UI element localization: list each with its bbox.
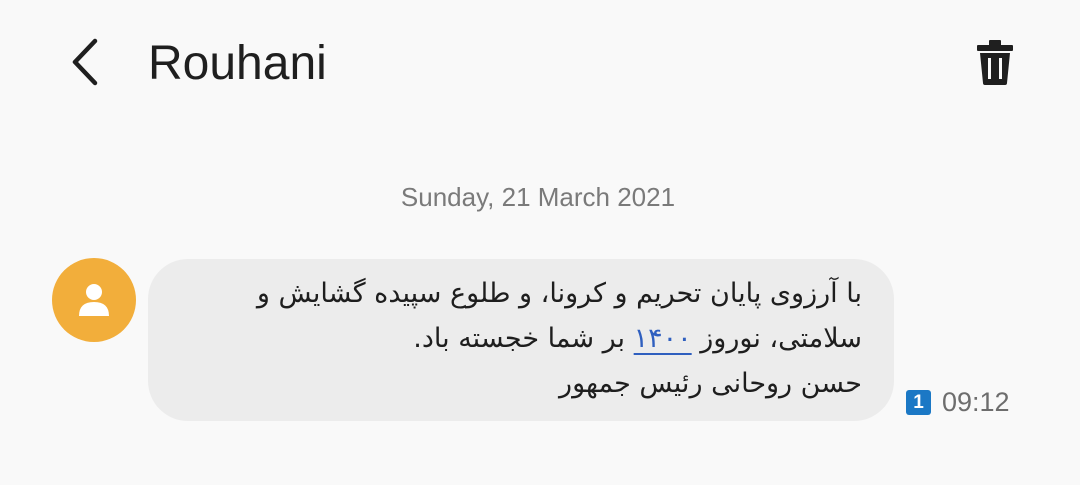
message-line: سلامتی، نوروز ۱۴۰۰ بر شما خجسته باد. bbox=[178, 316, 862, 361]
person-icon bbox=[79, 284, 109, 316]
message-bubble[interactable]: با آرزوی پایان تحریم و کرونا، و طلوع سپی… bbox=[148, 259, 894, 421]
avatar[interactable] bbox=[52, 258, 136, 342]
trash-icon bbox=[977, 40, 1013, 85]
sim-badge: 1 bbox=[906, 389, 931, 415]
message-text: سلامتی، نوروز bbox=[700, 323, 862, 354]
delete-button[interactable] bbox=[968, 34, 1022, 90]
number-link[interactable]: ۱۴۰۰ bbox=[634, 323, 692, 354]
conversation-title: Rouhani bbox=[148, 37, 327, 90]
message-line: با آرزوی پایان تحریم و کرونا، و طلوع سپی… bbox=[256, 278, 862, 309]
date-separator: Sunday, 21 March 2021 bbox=[400, 182, 676, 212]
message-text: بر شما خجسته باد. bbox=[413, 323, 626, 354]
chevron-left-icon bbox=[72, 38, 98, 86]
message-time: 09:12 bbox=[942, 387, 1010, 417]
app-header: Rouhani bbox=[0, 0, 1080, 130]
back-button[interactable] bbox=[58, 34, 110, 90]
message-meta: 1 09:12 bbox=[906, 384, 1010, 420]
message-line: حسن روحانی رئیس جمهور bbox=[559, 368, 862, 399]
